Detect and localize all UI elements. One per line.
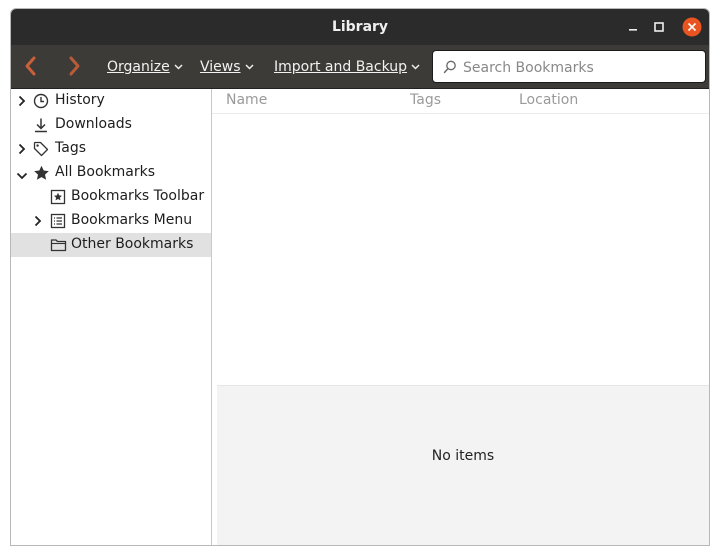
clock-icon [33,93,49,113]
column-headers: Name Tags Location [212,89,709,114]
chevron-right-icon[interactable] [33,215,43,231]
minimize-button[interactable] [623,17,643,37]
star-icon [33,165,50,185]
column-header-name[interactable]: Name [226,92,267,108]
maximize-button[interactable] [649,17,669,37]
organize-menu-button[interactable]: Organize [107,58,183,75]
sidebar-item-label: Downloads [55,116,132,132]
download-icon [33,117,49,137]
chevron-down-icon [174,58,183,74]
sidebar-item-label: History [55,92,105,108]
search-icon [443,60,457,78]
maximize-icon [654,22,664,32]
sidebar-item-bookmarks-menu[interactable]: Bookmarks Menu [11,209,211,233]
details-pane: No items [217,385,709,545]
back-arrow-icon [25,56,36,76]
empty-state-text: No items [431,448,495,464]
toolbar: Organize Views Import and Backup [11,45,709,89]
minimize-icon [629,29,637,31]
organize-label: Organize [107,59,170,75]
chevron-right-icon[interactable] [17,95,27,111]
search-input[interactable] [461,57,701,79]
sidebar-item-downloads[interactable]: Downloads [11,113,211,137]
bookmark-menu-icon [50,213,66,233]
column-header-location[interactable]: Location [519,92,578,108]
sidebar-item-label: Other Bookmarks [71,236,194,252]
sidebar-item-tags[interactable]: Tags [11,137,211,161]
chevron-down-icon [245,58,254,74]
sidebar-tree: History Downloads Tags All Bookmarks Boo… [11,89,212,545]
content-pane: Name Tags Location No items [212,89,709,545]
forward-arrow-icon [69,56,80,76]
bookmarks-list[interactable] [217,114,709,384]
views-label: Views [200,59,241,75]
chevron-down-icon[interactable] [16,169,28,185]
window-title: Library [331,19,389,35]
sidebar-item-label: Bookmarks Menu [71,212,193,228]
tag-icon [33,141,49,161]
column-header-tags[interactable]: Tags [410,92,441,108]
forward-button[interactable] [63,55,85,77]
sidebar-item-history[interactable]: History [11,89,211,113]
sidebar-item-bookmarks-toolbar[interactable]: Bookmarks Toolbar [11,185,211,209]
folder-icon [50,237,67,257]
chevron-right-icon[interactable] [17,143,27,159]
sidebar-item-other-bookmarks[interactable]: Other Bookmarks [11,233,211,257]
search-box[interactable] [432,50,706,83]
bookmark-toolbar-icon [50,189,66,209]
sidebar-item-label: Bookmarks Toolbar [71,188,205,204]
views-menu-button[interactable]: Views [200,58,254,75]
chevron-down-icon [411,58,420,74]
library-window: Library Organize Views Import and Backup [10,8,710,546]
sidebar-item-all-bookmarks[interactable]: All Bookmarks [11,161,211,185]
title-bar[interactable]: Library [11,9,709,45]
sidebar-item-label: Tags [55,140,86,156]
import-backup-label: Import and Backup [274,59,408,75]
import-backup-menu-button[interactable]: Import and Backup [274,58,420,75]
sidebar-item-label: All Bookmarks [55,164,156,180]
close-icon [682,17,702,37]
close-button[interactable] [682,17,702,37]
back-button[interactable] [20,55,42,77]
